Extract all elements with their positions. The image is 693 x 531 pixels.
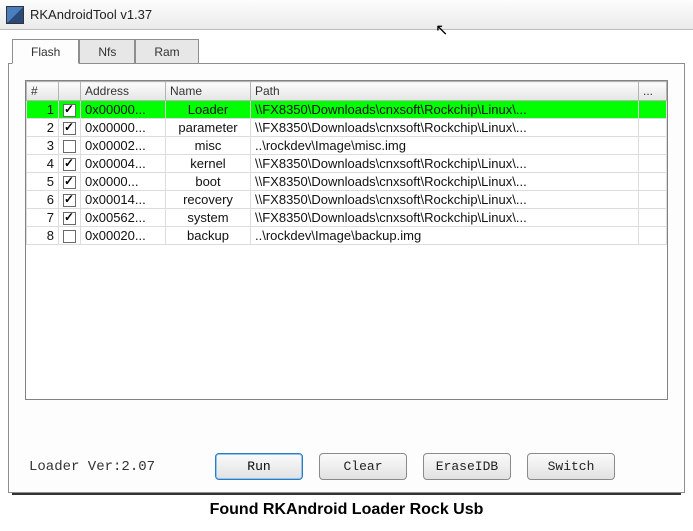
row-more[interactable]	[639, 209, 667, 227]
row-num: 6	[27, 191, 59, 209]
row-checkbox[interactable]	[59, 173, 81, 191]
row-name[interactable]: system	[166, 209, 251, 227]
row-path[interactable]: \\FX8350\Downloads\cnxsoft\Rockchip\Linu…	[251, 119, 639, 137]
run-button[interactable]: Run	[215, 453, 303, 480]
row-checkbox[interactable]	[59, 155, 81, 173]
row-num: 4	[27, 155, 59, 173]
row-address[interactable]: 0x00000...	[81, 101, 166, 119]
table-row[interactable]: 7 0x00562...system\\FX8350\Downloads\cnxs…	[27, 209, 667, 227]
row-path[interactable]: \\FX8350\Downloads\cnxsoft\Rockchip\Linu…	[251, 155, 639, 173]
row-path[interactable]: \\FX8350\Downloads\cnxsoft\Rockchip\Linu…	[251, 101, 639, 119]
clear-button[interactable]: Clear	[319, 453, 407, 480]
tab-flash[interactable]: Flash	[12, 39, 79, 64]
row-path[interactable]: \\FX8350\Downloads\cnxsoft\Rockchip\Linu…	[251, 173, 639, 191]
tabstrip: Flash Nfs Ram	[12, 38, 685, 63]
col-header-name[interactable]: Name	[166, 82, 251, 101]
table-row[interactable]: 1 0x00000...Loader\\FX8350\Downloads\cnxs…	[27, 101, 667, 119]
window-title: RKAndroidTool v1.37	[30, 7, 152, 22]
partition-list[interactable]: # Address Name Path ... 1 0x00000...Loade…	[25, 80, 668, 400]
row-path[interactable]: \\FX8350\Downloads\cnxsoft\Rockchip\Linu…	[251, 191, 639, 209]
table-row[interactable]: 2 0x00000...parameter\\FX8350\Downloads\c…	[27, 119, 667, 137]
tab-ram[interactable]: Ram	[135, 39, 198, 64]
row-address[interactable]: 0x00002...	[81, 137, 166, 155]
status-text: Found RKAndroid Loader Rock Usb	[12, 493, 681, 527]
tab-nfs[interactable]: Nfs	[79, 39, 135, 64]
row-name[interactable]: boot	[166, 173, 251, 191]
row-checkbox[interactable]	[59, 119, 81, 137]
row-checkbox[interactable]	[59, 191, 81, 209]
row-name[interactable]: misc	[166, 137, 251, 155]
row-checkbox[interactable]	[59, 101, 81, 119]
row-more[interactable]	[639, 155, 667, 173]
row-num: 3	[27, 137, 59, 155]
row-more[interactable]	[639, 101, 667, 119]
row-num: 1	[27, 101, 59, 119]
row-more[interactable]	[639, 191, 667, 209]
row-checkbox[interactable]	[59, 209, 81, 227]
table-row[interactable]: 3 0x00002...misc..\rockdev\Image\misc.img	[27, 137, 667, 155]
loader-version-label: Loader Ver:2.07	[29, 459, 199, 475]
row-num: 2	[27, 119, 59, 137]
row-num: 7	[27, 209, 59, 227]
row-address[interactable]: 0x00004...	[81, 155, 166, 173]
app-icon	[6, 6, 24, 24]
row-num: 5	[27, 173, 59, 191]
eraseidb-button[interactable]: EraseIDB	[423, 453, 511, 480]
col-header-check[interactable]	[59, 82, 81, 101]
tab-panel-flash: # Address Name Path ... 10x00000...Loade…	[8, 63, 685, 493]
table-row[interactable]: 6 0x00014...recovery\\FX8350\Downloads\cn…	[27, 191, 667, 209]
row-name[interactable]: recovery	[166, 191, 251, 209]
titlebar: RKAndroidTool v1.37	[0, 0, 693, 30]
col-header-address[interactable]: Address	[81, 82, 166, 101]
row-path[interactable]: ..\rockdev\Image\backup.img	[251, 227, 639, 245]
row-more[interactable]	[639, 227, 667, 245]
table-row[interactable]: 8 0x00020...backup..\rockdev\Image\backup…	[27, 227, 667, 245]
row-name[interactable]: kernel	[166, 155, 251, 173]
row-address[interactable]: 0x0000...	[81, 173, 166, 191]
col-header-path[interactable]: Path	[251, 82, 639, 101]
row-more[interactable]	[639, 173, 667, 191]
row-checkbox[interactable]	[59, 137, 81, 155]
row-name[interactable]: parameter	[166, 119, 251, 137]
col-header-more[interactable]: ...	[639, 82, 667, 101]
row-path[interactable]: ..\rockdev\Image\misc.img	[251, 137, 639, 155]
row-name[interactable]: backup	[166, 227, 251, 245]
row-address[interactable]: 0x00000...	[81, 119, 166, 137]
table-row[interactable]: 4 0x00004...kernel\\FX8350\Downloads\cnxs…	[27, 155, 667, 173]
row-address[interactable]: 0x00562...	[81, 209, 166, 227]
table-row[interactable]: 5 0x0000...boot\\FX8350\Downloads\cnxsoft…	[27, 173, 667, 191]
row-more[interactable]	[639, 119, 667, 137]
row-name[interactable]: Loader	[166, 101, 251, 119]
row-num: 8	[27, 227, 59, 245]
switch-button[interactable]: Switch	[527, 453, 615, 480]
row-checkbox[interactable]	[59, 227, 81, 245]
row-path[interactable]: \\FX8350\Downloads\cnxsoft\Rockchip\Linu…	[251, 209, 639, 227]
row-more[interactable]	[639, 137, 667, 155]
row-address[interactable]: 0x00020...	[81, 227, 166, 245]
col-header-num[interactable]: #	[27, 82, 59, 101]
row-address[interactable]: 0x00014...	[81, 191, 166, 209]
